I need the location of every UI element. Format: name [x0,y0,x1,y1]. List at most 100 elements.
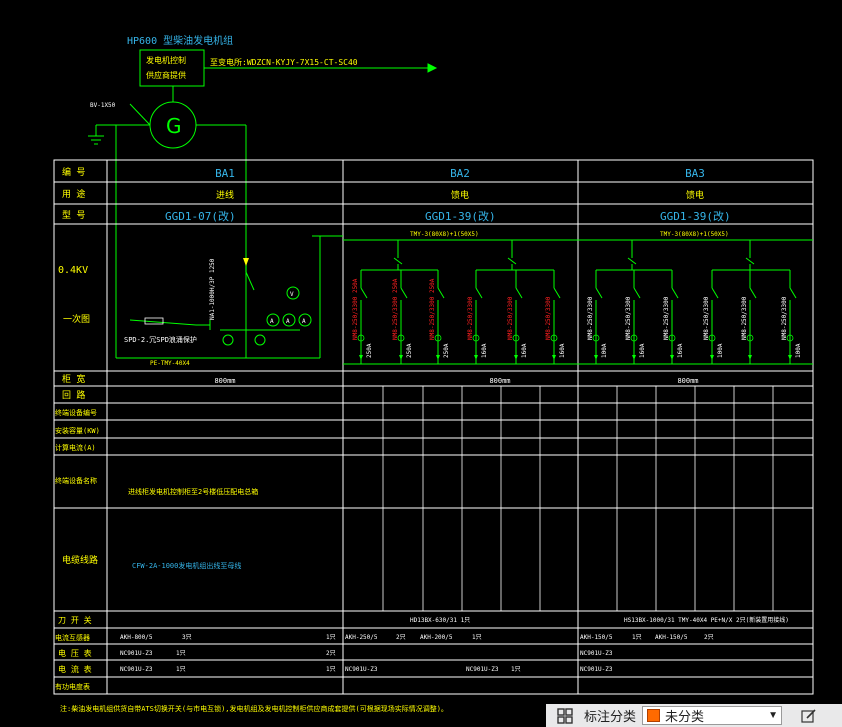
row-label-power-meter: 有功电度表 [55,682,90,691]
vm-ba1-b: 1只 [176,650,186,657]
row-label-terminal-name: 终端设备名称 [55,476,97,485]
panel-ba1-model: GGD1-07(改) [165,209,236,223]
am-ba2-c: 1只 [511,666,521,673]
ct-ba2-c: AKH-200/5 [420,634,453,641]
feeder-breaker-label: NM8-250/3300 [507,296,514,340]
panel-ba2-id: BA2 [450,167,470,180]
ammeter-a1-glyph: A [270,318,274,325]
feeder-breaker-label: NM8-250/3300 [625,296,632,340]
feeder-rating-label: 100A [717,343,724,358]
ba1-spd-label: SPD-2.冗SPD浪涌保护 [124,335,197,344]
ba1-breaker-label: NA1-1000H/3P 1250 [209,258,216,320]
generator-panel-line2: 供应商提供 [146,70,186,80]
ct-ba3-b: 1只 [632,634,642,641]
category-color-swatch [647,709,661,722]
feeder-rating-label: 160A [559,343,566,358]
row-label-voltmeter: 电 压 表 [58,648,92,658]
feeder-rating-label: 160A [481,343,488,358]
row-label-current-transformer: 电流互感器 [55,633,90,642]
grid-icon[interactable] [554,705,576,727]
ct-ba1-c: 1只 [326,634,336,641]
feeder-rating-label: 250A [406,343,413,358]
chevron-down-icon: ▼ [768,710,778,721]
feeder-arrow-icon [359,355,363,360]
row-label-one-line: 一次图 [63,313,90,325]
ammeter-a3-glyph: A [302,318,306,325]
am-ba3: NC901U-Z3 [580,666,613,673]
ba2-feeders: NM8-250/3300 250A 250A NM8-250/3300 250A 25… [352,240,566,364]
panel-ba2-model: GGD1-39(改) [425,209,496,223]
row-label-cabinet-width: 柜 宽 [62,373,85,385]
row-label-number: 编 号 [62,166,85,178]
feeder-rating-label: 160A [677,343,684,358]
row-label-terminal-no: 终端设备编号 [55,408,97,417]
generator-cable-label: 至变电所:WDZCN-KYJY-7X15-CT-SC40 [210,57,358,67]
ba2-bus-label: TMY-3(80X8)+1(50X5) [410,231,479,238]
feeder-arrow-icon [788,355,792,360]
ct-ba3-d: 2只 [704,634,714,641]
row-label-usage: 用 途 [62,188,85,200]
panel-ba1-id: BA1 [215,167,235,180]
ground-cable-label: BV-1X50 [90,102,116,109]
feeder-breaker-label: NM8-250/3300 250A [352,278,359,340]
panel-ba3-model: GGD1-39(改) [660,209,731,223]
feeder-arrow-icon [552,355,556,360]
feeder-breaker-label: NM8-250/3300 [663,296,670,340]
vm-ba1-c: 2只 [326,650,336,657]
vm-ba3: NC901U-Z3 [580,650,613,657]
am-ba1-b: 1只 [176,666,186,673]
am-ba1-c: 1只 [326,666,336,673]
feeder-breaker-label: NM8-250/3300 [703,296,710,340]
feeder-arrow-icon [474,355,478,360]
annotation-category-select[interactable]: 未分类 ▼ [642,706,783,725]
feeder-arrow-icon [748,355,752,360]
feeder-breaker-label: NM8-250/3300 250A [392,278,399,340]
ba3-bus-label: TMY-3(80X8)+1(50X5) [660,231,729,238]
am-ba2: NC901U-Z3 [345,666,378,673]
am-ba2-b: NC901U-Z3 [466,666,499,673]
cable-arrow-icon [427,63,438,73]
panel-ba3-id: BA3 [685,167,705,180]
ammeter-a2-glyph: A [286,318,290,325]
feeder-arrow-icon [436,355,440,360]
feeder-arrow-icon [594,355,598,360]
row-label-model: 型 号 [62,210,85,221]
ct-ba2-a: AKH-250/5 [345,634,378,641]
row-label-circuit: 回 路 [62,389,85,401]
ct-ba2-d: 1只 [472,634,482,641]
row-labels: 编 号 用 途 型 号 0.4KV 一次图 柜 宽 回 路 终端设备编号 安装容… [55,166,100,691]
ct-ba1-b: 3只 [182,634,192,641]
edit-icon[interactable] [798,705,820,727]
feeder-rating-label: 160A [521,343,528,358]
voltmeter-glyph: V [290,291,294,298]
feeder-rating-label: 100A [795,343,802,358]
annotation-category-value: 未分类 [665,709,705,724]
row-label-installed-capacity: 安装容量(KW) [55,426,100,435]
footnote: 注:柴油发电机组供货自带ATS切换开关(与市电互锁),发电机组及发电机控制柜供应… [60,704,448,713]
generator-symbol-label: G [166,114,182,138]
am-ba1: NC901U-Z3 [120,666,153,673]
panel-ba3-usage: 馈电 [686,189,704,201]
ct-ba1-a: AKH-800/5 [120,634,153,641]
feeder-arrow-icon [514,355,518,360]
feeder-rating-label: 100A [601,343,608,358]
generator-model-label: HP600 型柴油发电机组 [127,34,233,47]
vm-ba1: NC901U-Z3 [120,650,153,657]
feeder-arrow-icon [632,355,636,360]
ba1-breaker-arrow-icon [243,258,249,266]
ba1-pe-bus-label: PE-TMY-40X4 [150,360,190,367]
ct-ba3-c: AKH-150/5 [655,634,688,641]
ba1-terminal-name: 进线柜发电机控制柜至2号楼低压配电总箱 [128,487,258,496]
knife-ba3: HS13BX-1000/31 TMY-40X4 PE+N/X 2只(新装置用接线… [624,616,789,624]
annotation-category-label: 标注分类 [584,709,637,724]
panel-ba2-width: 800mm [489,377,510,385]
annotation-category-statusbar: 标注分类 未分类 ▼ [546,704,842,727]
feeder-breaker-label: NM8-250/3300 [545,296,552,340]
panel-ba1-width: 800mm [214,377,235,385]
row-label-cable-line: 电缆线路 [62,554,98,566]
ba1-cable-line: CFW-2A-1000发电机组出线至母线 [132,561,241,570]
ba3-feeders: NM8-250/3300 100A NM8-250/3300 160A NM8-250/… [587,240,802,364]
row-label-calc-current: 计算电流(A) [55,443,96,452]
row-label-knife-switch: 刀 开 关 [58,615,92,625]
cad-drawing-canvas[interactable]: HP600 型柴油发电机组 发电机控制 供应商提供 至变电所:WDZCN-KYJ… [0,0,842,727]
